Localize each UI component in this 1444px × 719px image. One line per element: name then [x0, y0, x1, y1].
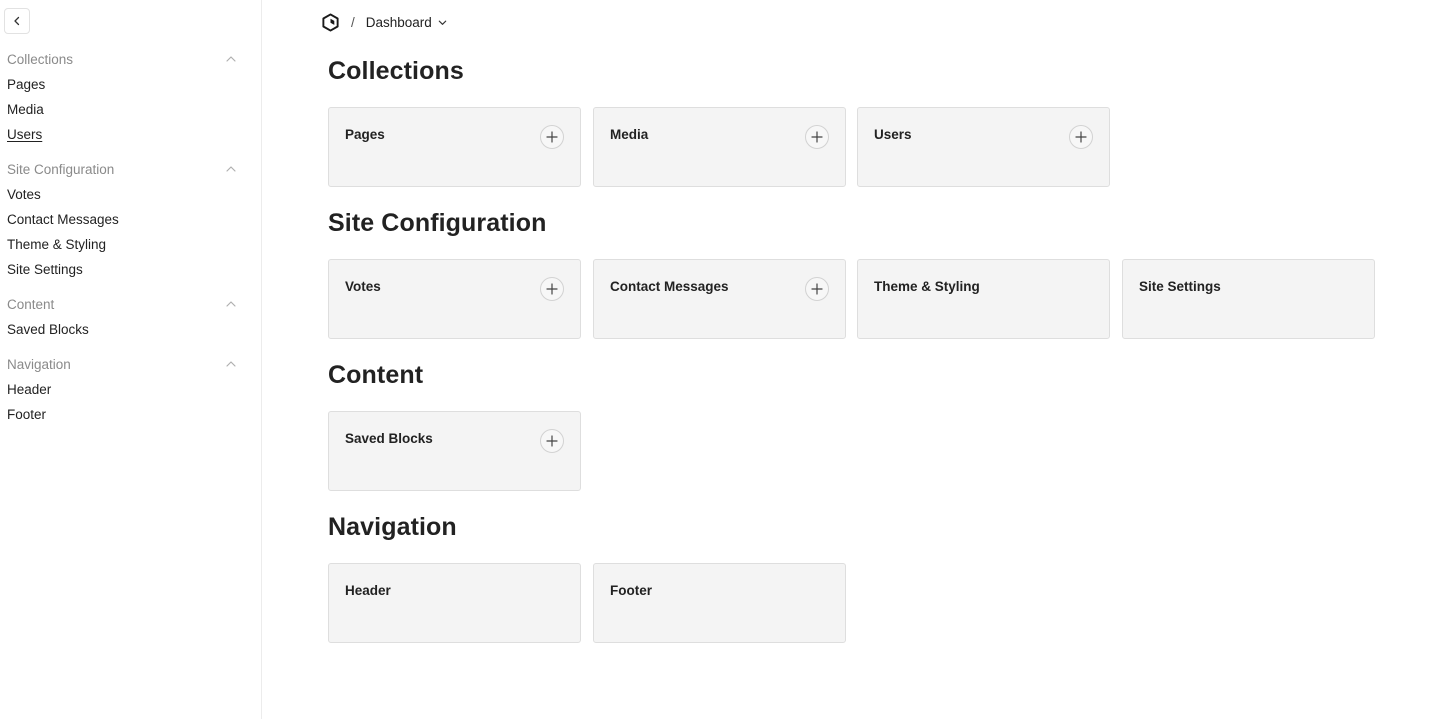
sidebar-item-footer[interactable]: Footer	[0, 402, 262, 427]
card-title: Media	[610, 127, 649, 142]
add-saved-blocks-button[interactable]	[540, 429, 564, 453]
sidebar-item-label: Pages	[7, 77, 46, 92]
card-users[interactable]: Users	[857, 107, 1110, 187]
breadcrumb-label: Dashboard	[365, 14, 432, 30]
chevron-up-icon	[226, 166, 236, 172]
sidebar-item-site-settings[interactable]: Site Settings	[0, 257, 262, 282]
card-title: Saved Blocks	[345, 431, 433, 446]
card-site-settings[interactable]: Site Settings	[1122, 259, 1375, 339]
section-title-collections: Collections	[328, 57, 464, 85]
breadcrumb-dashboard[interactable]: Dashboard	[366, 15, 448, 30]
add-contact-messages-button[interactable]	[805, 277, 829, 301]
chevron-up-icon	[226, 361, 236, 367]
sidebar-item-label: Saved Blocks	[7, 322, 89, 337]
sidebar-item-label: Media	[7, 102, 44, 117]
sidebar-group-title: Content	[7, 296, 55, 312]
app-logo-icon[interactable]	[321, 12, 340, 32]
sidebar-item-label: Site Settings	[7, 262, 83, 277]
plus-icon	[811, 131, 823, 143]
card-theme-styling[interactable]: Theme & Styling	[857, 259, 1110, 339]
sidebar-item-header[interactable]: Header	[0, 377, 262, 402]
card-media[interactable]: Media	[593, 107, 846, 187]
plus-icon	[546, 435, 558, 447]
sidebar-item-label: Footer	[7, 407, 47, 422]
card-title: Pages	[345, 127, 385, 142]
add-pages-button[interactable]	[540, 125, 564, 149]
sidebar-group-header-content[interactable]: Content	[0, 293, 262, 315]
sidebar-group-title: Site Configuration	[7, 161, 115, 177]
sidebar-group-header-collections[interactable]: Collections	[0, 48, 262, 70]
sidebar-item-label: Header	[7, 382, 52, 397]
add-media-button[interactable]	[805, 125, 829, 149]
chevron-up-icon	[226, 301, 236, 307]
breadcrumb-separator: /	[351, 14, 355, 30]
sidebar-group-collections: Collections Pages Media Users	[0, 48, 262, 147]
sidebar-group-title: Collections	[7, 51, 74, 67]
card-title: Footer	[610, 583, 652, 598]
sidebar-group-site-configuration: Site Configuration Votes Contact Message…	[0, 158, 262, 282]
sidebar-item-pages[interactable]: Pages	[0, 72, 262, 97]
card-title: Theme & Styling	[874, 279, 980, 294]
app-root: Collections Pages Media Users Site Confi…	[0, 0, 1444, 719]
sidebar-item-votes[interactable]: Votes	[0, 182, 262, 207]
card-contact-messages[interactable]: Contact Messages	[593, 259, 846, 339]
card-saved-blocks[interactable]: Saved Blocks	[328, 411, 581, 491]
card-title: Header	[345, 583, 391, 598]
breadcrumb: / Dashboard	[321, 11, 448, 33]
card-footer[interactable]: Footer	[593, 563, 846, 643]
section-title-site-configuration: Site Configuration	[328, 209, 547, 237]
sidebar-item-label: Theme & Styling	[7, 237, 107, 252]
card-title: Contact Messages	[610, 279, 729, 294]
card-pages[interactable]: Pages	[328, 107, 581, 187]
sidebar-item-contact-messages[interactable]: Contact Messages	[0, 207, 262, 232]
sidebar-group-navigation: Navigation Header Footer	[0, 353, 262, 427]
card-votes[interactable]: Votes	[328, 259, 581, 339]
plus-icon	[546, 283, 558, 295]
add-votes-button[interactable]	[540, 277, 564, 301]
plus-icon	[1075, 131, 1087, 143]
card-title: Users	[874, 127, 912, 142]
sidebar-group-header-site-configuration[interactable]: Site Configuration	[0, 158, 262, 180]
collapse-sidebar-button[interactable]	[4, 8, 30, 34]
sidebar-item-label: Users	[7, 127, 43, 142]
sidebar-group-header-navigation[interactable]: Navigation	[0, 353, 262, 375]
sidebar-item-saved-blocks[interactable]: Saved Blocks	[0, 317, 262, 342]
sidebar-item-users[interactable]: Users	[0, 122, 262, 147]
sidebar-item-label: Votes	[7, 187, 41, 202]
add-users-button[interactable]	[1069, 125, 1093, 149]
section-title-content: Content	[328, 361, 424, 389]
sidebar: Collections Pages Media Users Site Confi…	[0, 0, 262, 719]
sidebar-group-content: Content Saved Blocks	[0, 293, 262, 342]
sidebar-item-label: Contact Messages	[7, 212, 119, 227]
plus-icon	[811, 283, 823, 295]
section-title-navigation: Navigation	[328, 513, 457, 541]
plus-icon	[546, 131, 558, 143]
card-header[interactable]: Header	[328, 563, 581, 643]
chevron-down-icon	[438, 20, 447, 25]
card-title: Site Settings	[1139, 279, 1221, 294]
sidebar-item-media[interactable]: Media	[0, 97, 262, 122]
chevron-left-icon	[14, 16, 20, 26]
sidebar-item-theme-styling[interactable]: Theme & Styling	[0, 232, 262, 257]
card-title: Votes	[345, 279, 381, 294]
chevron-up-icon	[226, 56, 236, 62]
sidebar-group-title: Navigation	[7, 356, 71, 372]
